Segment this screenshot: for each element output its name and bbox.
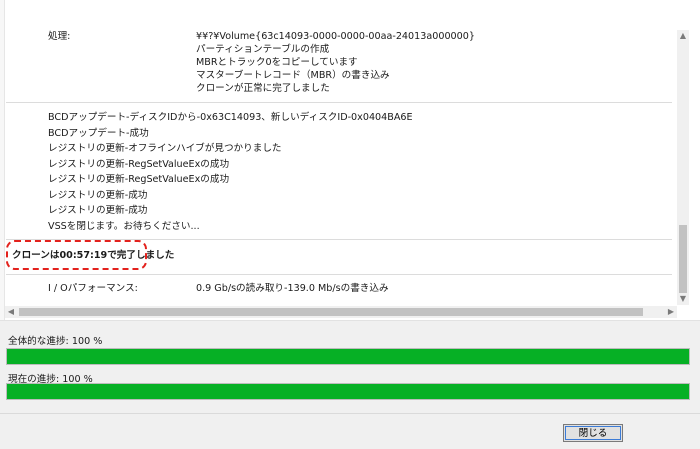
vertical-scrollbar[interactable]: ▲ ▼ [677, 30, 689, 305]
detail-line-registry-set-2: レジストリの更新-RegSetValueExの成功 [48, 174, 230, 185]
detail-line-registry-success-1: レジストリの更新-成功 [48, 190, 148, 201]
process-line-success: クローンが正常に完了しました [196, 83, 330, 94]
clone-log-panel[interactable]: 処理: ¥¥?¥Volume{63c14093-0000-0000-00aa-2… [0, 0, 700, 321]
detail-line-bcd-success: BCDアップデート-成功 [48, 128, 149, 139]
completion-highlight-callout [6, 240, 147, 270]
overall-progress-caption: 全体的な進捗: [8, 336, 69, 347]
overall-progress-percent: 100 % [71, 336, 103, 347]
process-label: 処理: [48, 31, 71, 42]
vertical-scroll-thumb[interactable] [679, 225, 687, 293]
horizontal-scroll-thumb[interactable] [19, 308, 643, 316]
detail-line-bcd-id: BCDアップデート-ディスクIDから-0x63C14093、新しいディスクID-… [48, 112, 413, 123]
footer-divider [0, 413, 700, 414]
current-progress-fill [7, 384, 689, 399]
io-performance-value: 0.9 Gb/sの読み取り-139.0 Mb/sの書き込み [196, 283, 389, 294]
detail-line-registry-success-2: レジストリの更新-成功 [48, 205, 148, 216]
close-button[interactable]: 閉じる [563, 424, 623, 442]
scroll-right-icon[interactable]: ▶ [665, 306, 677, 318]
detail-line-vss-closing: VSSを閉じます。お待ちください... [48, 221, 200, 232]
overall-progress-label: 全体的な進捗: 100 % [8, 333, 102, 347]
scroll-left-icon[interactable]: ◀ [5, 306, 17, 318]
panel-edge [0, 0, 5, 320]
overall-progress-bar [6, 348, 690, 365]
detail-line-registry-set-1: レジストリの更新-RegSetValueExの成功 [48, 159, 230, 170]
horizontal-scrollbar[interactable]: ◀ ▶ [5, 306, 677, 318]
scroll-up-icon[interactable]: ▲ [677, 30, 689, 42]
scroll-down-icon[interactable]: ▼ [677, 293, 689, 305]
current-progress-bar [6, 383, 690, 400]
detail-line-registry-hive: レジストリの更新-オフラインハイブが見つかりました [48, 143, 282, 154]
overall-progress-fill [7, 349, 689, 364]
log-separator [6, 274, 672, 275]
log-separator [6, 102, 672, 103]
io-performance-label: I / Oパフォーマンス: [48, 283, 138, 294]
